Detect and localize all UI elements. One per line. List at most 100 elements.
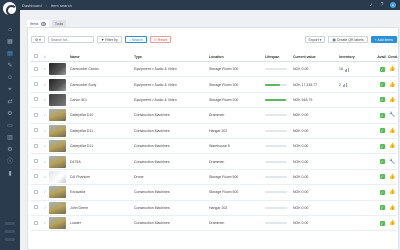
row-checkbox[interactable] <box>34 220 38 225</box>
tab-items[interactable]: Items 32 <box>27 20 49 27</box>
add-items-button[interactable]: + Add items <box>370 36 397 43</box>
export-button[interactable]: Export ▾ <box>304 36 326 43</box>
item-thumbnail[interactable] <box>49 217 66 230</box>
row-checkbox-cell <box>31 82 41 87</box>
service-icon[interactable]: ⚙ <box>6 110 14 118</box>
row-checkbox[interactable] <box>34 128 38 133</box>
wrench-icon: 🔧 <box>389 158 396 165</box>
table-row[interactable]: ✓ Caterpillar D10 Construction Machines … <box>31 108 397 124</box>
qr-labels-button[interactable]: ▦ Create QR labels <box>328 36 368 43</box>
table-row[interactable]: ✓ D475A Construction Machines Drammen NO… <box>31 154 397 170</box>
select-all-checkbox[interactable] <box>31 54 41 59</box>
item-location: Storage Room 500 <box>209 190 239 195</box>
item-thumbnail[interactable] <box>49 186 66 199</box>
column-header-availability[interactable]: Avail. <box>376 55 388 59</box>
row-checkbox[interactable] <box>34 82 38 87</box>
table-row[interactable]: ✓ Camcorder Sony Equipment > Audio & Vid… <box>31 77 397 93</box>
column-header-type[interactable]: Type <box>134 55 209 59</box>
item-name[interactable]: Excavator <box>70 190 134 194</box>
check-icon: ✓ <box>43 128 47 133</box>
settings-icon[interactable]: ⚙ <box>6 146 14 154</box>
table-row[interactable]: ✓ DJI Phantom Drone Storage Room 500 NOK… <box>31 170 397 186</box>
breadcrumb-dashboard[interactable]: Dashboard <box>22 3 42 8</box>
row-checkbox[interactable] <box>34 143 38 148</box>
table-row[interactable]: ✓ Loader Construction Machines Drammen N… <box>31 216 397 232</box>
item-name[interactable]: Loader <box>70 221 134 225</box>
item-name[interactable]: Camcorder Sony <box>70 83 134 87</box>
sidebar-footer-item[interactable] <box>5 230 15 233</box>
item-thumbnail[interactable] <box>49 63 66 76</box>
item-thumbnail[interactable] <box>49 140 66 153</box>
column-header-location[interactable]: Location <box>209 55 265 59</box>
checkbox[interactable] <box>34 54 38 58</box>
table-row[interactable]: ✓ Caterpillar D11 Construction Machines … <box>31 124 397 139</box>
item-name[interactable]: John Deere <box>70 206 134 210</box>
column-header-current-value[interactable]: Current value <box>293 55 339 59</box>
column-header-inventory[interactable]: Inventory <box>339 55 376 59</box>
tab-tools[interactable]: Tools <box>51 20 67 27</box>
item-name[interactable]: Canon 5Di <box>70 98 134 102</box>
item-type: Construction Machines <box>134 113 170 118</box>
item-thumbnail[interactable] <box>49 109 66 122</box>
app-logo[interactable] <box>3 2 17 16</box>
item-current-value: NOK 0.00 <box>293 174 309 179</box>
item-type: Construction Machines <box>134 128 170 133</box>
row-checkbox[interactable] <box>34 189 38 194</box>
row-checkbox[interactable] <box>34 66 38 71</box>
tools-icon[interactable]: ✎ <box>6 62 14 70</box>
item-thumbnail[interactable] <box>49 201 66 214</box>
table-row[interactable]: ✓ Excavator Construction Machines Storag… <box>31 185 397 201</box>
info-icon[interactable]: ⓘ <box>6 158 14 166</box>
table-row[interactable]: ✓ Canon 5Di Equipment > Audio & Video St… <box>31 93 397 109</box>
item-name[interactable]: Caterpillar D11 <box>70 129 134 133</box>
sidebar-footer-item[interactable] <box>5 222 15 225</box>
inventory-bars-icon <box>344 67 349 72</box>
item-thumbnail[interactable] <box>49 93 66 106</box>
qr-icon: ▦ <box>332 37 336 42</box>
item-name[interactable]: DJI Phantom <box>70 175 134 179</box>
row-checkbox[interactable] <box>34 112 38 117</box>
item-condition: 👍 <box>388 205 397 211</box>
reset-button[interactable]: ↺ Reset <box>149 36 171 43</box>
users-icon[interactable]: ☺ <box>6 74 14 82</box>
location-icon[interactable]: ⌖ <box>6 86 14 94</box>
item-thumbnail[interactable] <box>49 170 66 183</box>
sidebar-footer-item[interactable] <box>5 238 15 241</box>
breadcrumb-separator: › <box>45 2 47 8</box>
search-button[interactable]: ⌕ Search <box>124 36 147 43</box>
item-name[interactable]: D475A <box>70 160 134 164</box>
calendar-icon[interactable]: ▦ <box>6 38 14 46</box>
tab-bar: Items 32 Tools <box>27 20 67 27</box>
table-row[interactable]: ✓ Camcorder Canon Equipment > Audio & Vi… <box>31 62 397 78</box>
item-name[interactable]: Caterpillar D10 <box>70 113 134 117</box>
settings-dropdown-button[interactable]: ⚙ ▾ <box>31 36 45 43</box>
avatar[interactable]: ● <box>390 2 396 8</box>
table-row[interactable]: ✓ Caterpillar D11 Construction Machines … <box>31 139 397 155</box>
table-row[interactable]: ✓ John Deere Construction Machines Hanga… <box>31 201 397 216</box>
item-thumbnail[interactable] <box>49 78 66 91</box>
stats-icon[interactable]: ▮ <box>6 170 14 178</box>
row-checkbox[interactable] <box>34 205 38 210</box>
item-lifespan <box>265 145 293 148</box>
item-name[interactable]: Camcorder Canon <box>70 67 134 71</box>
home-icon[interactable]: ⌂ <box>6 26 14 34</box>
document-icon[interactable]: ▭ <box>6 122 14 130</box>
row-checkbox[interactable] <box>34 159 38 164</box>
column-header-condition[interactable]: Cond. <box>388 55 398 59</box>
item-thumbnail[interactable] <box>49 155 66 168</box>
row-checkbox[interactable] <box>34 97 38 102</box>
items-icon[interactable]: ▤ <box>6 50 14 58</box>
item-thumbnail[interactable] <box>49 124 66 137</box>
help-icon[interactable]: ? <box>379 2 385 8</box>
transfer-icon[interactable]: ⇄ <box>6 98 14 106</box>
item-name[interactable]: Caterpillar D11 <box>70 144 134 148</box>
filter-button[interactable]: ▼ Filter by <box>96 36 122 43</box>
column-header-lifespan[interactable]: Lifespan <box>265 55 293 59</box>
item-thumbnail-cell <box>49 201 70 214</box>
report-icon[interactable]: ▥ <box>6 134 14 142</box>
item-condition: 👍 <box>388 128 397 134</box>
column-header-name[interactable]: Name <box>70 55 134 59</box>
search-input[interactable] <box>47 36 94 43</box>
notification-icon[interactable]: ♪ <box>368 2 374 8</box>
row-checkbox[interactable] <box>34 174 38 179</box>
